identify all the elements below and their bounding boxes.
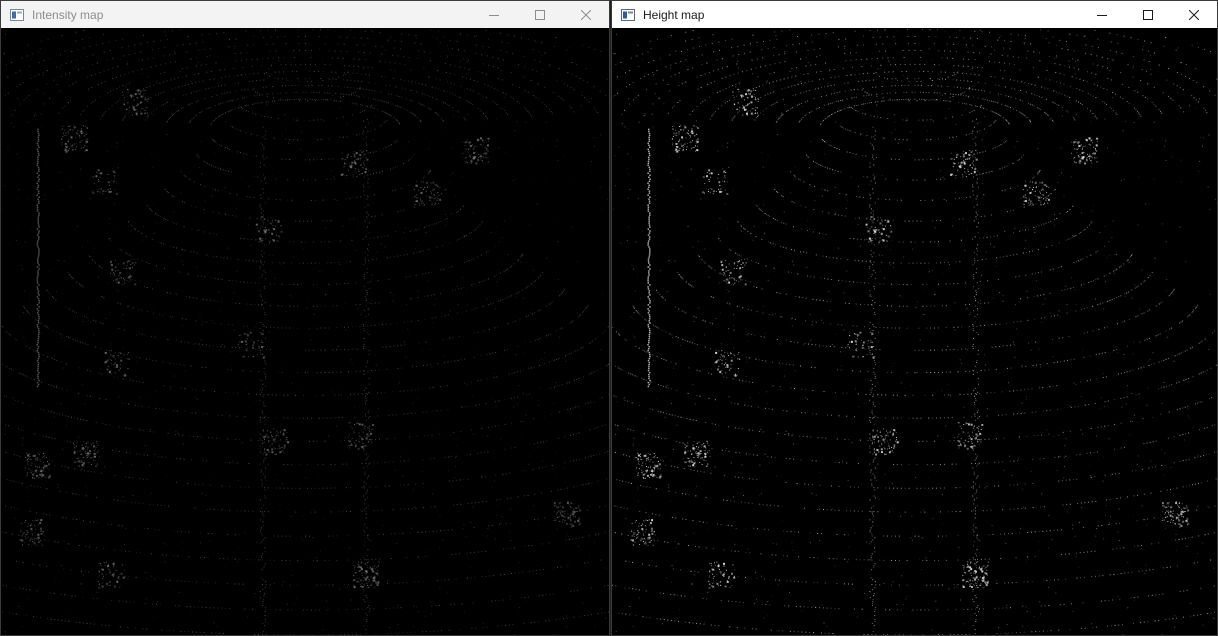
intensity-point-cloud: [1, 29, 609, 635]
minimize-icon: [1097, 14, 1107, 16]
intensity-map-canvas: [1, 29, 609, 635]
minimize-icon: [489, 14, 499, 16]
maximize-icon: [535, 9, 545, 20]
close-icon: [581, 9, 591, 20]
intensity-map-window[interactable]: Intensity map: [0, 0, 610, 636]
height-map-canvas: [612, 29, 1217, 635]
maximize-button[interactable]: [1125, 1, 1171, 28]
height-map-titlebar[interactable]: Height map: [612, 1, 1217, 28]
height-map-window[interactable]: Height map: [611, 0, 1218, 636]
close-button[interactable]: [1171, 1, 1217, 28]
height-point-cloud: [612, 29, 1217, 635]
window-title: Height map: [643, 7, 705, 22]
app-window-icon: [10, 8, 24, 21]
close-icon: [1189, 9, 1199, 20]
minimize-button[interactable]: [1079, 1, 1125, 28]
close-button[interactable]: [563, 1, 609, 28]
maximize-button[interactable]: [517, 1, 563, 28]
maximize-icon: [1143, 9, 1153, 20]
app-window-icon: [621, 8, 635, 21]
intensity-map-titlebar[interactable]: Intensity map: [1, 1, 609, 28]
minimize-button[interactable]: [471, 1, 517, 28]
window-title: Intensity map: [32, 7, 104, 22]
